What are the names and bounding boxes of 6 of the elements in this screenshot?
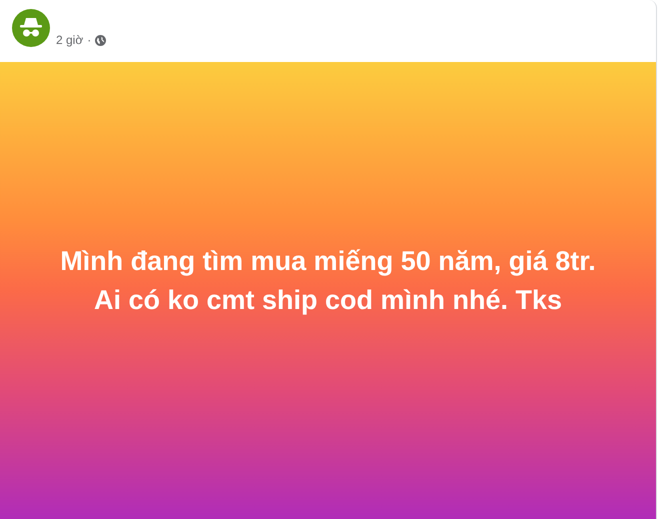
post-text: Mình đang tìm mua miếng 50 năm, giá 8tr. — [60, 246, 596, 276]
incognito-avatar-icon[interactable] — [12, 9, 50, 47]
globe-icon — [95, 34, 106, 46]
post-time[interactable]: 2 giờ — [56, 33, 84, 47]
post-text: Ai có ko cmt ship cod mình nhé. Tks — [94, 284, 562, 316]
separator-dot: · — [87, 33, 92, 47]
